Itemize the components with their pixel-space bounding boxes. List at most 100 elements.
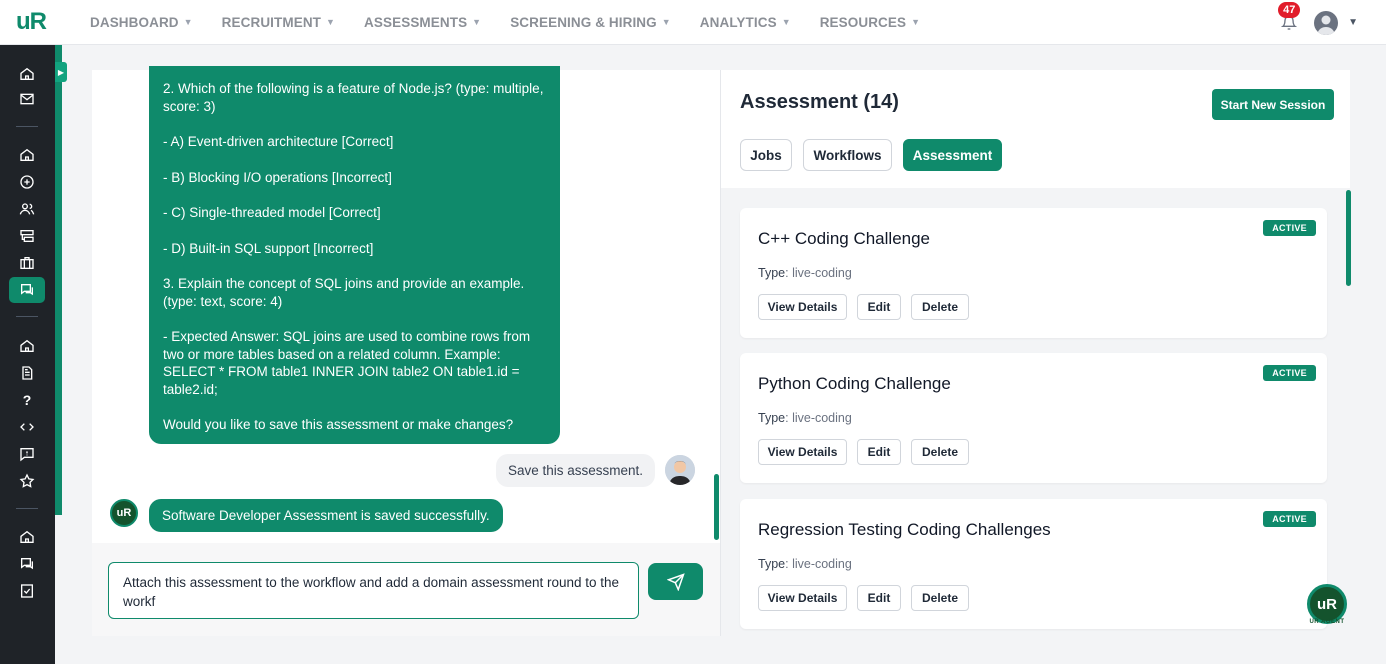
chat-composer: Attach this assessment to the workflow a… [92,543,720,636]
chevron-down-icon: ▼ [781,17,791,27]
sidebar-divider [16,126,38,127]
send-button[interactable] [648,563,703,600]
chevron-down-icon: ▼ [183,17,193,27]
message-icon[interactable] [15,442,39,466]
mail-icon[interactable] [15,87,39,111]
chevron-down-icon: ▼ [326,17,336,27]
nav-assessments[interactable]: ASSESSMENTS ▼ [364,15,481,30]
nav-resources-label: RESOURCES [819,14,907,30]
ur-agent-button[interactable]: uR [1307,584,1347,624]
page-title: Assessment (14) [740,91,899,113]
status-badge: ACTIVE [1263,220,1316,236]
home-icon[interactable] [15,143,39,167]
delete-button[interactable]: Delete [911,439,969,465]
card-type: Type: live-coding [758,557,852,571]
card-type: Type: live-coding [758,411,852,425]
message-line: - Expected Answer: SQL joins are used to… [163,329,531,397]
delete-button[interactable]: Delete [911,585,969,611]
view-details-button[interactable]: View Details [758,585,847,611]
message-line: - C) Single-threaded model [Correct] [163,205,381,220]
top-navbar: uR DASHBOARD ▼ RECRUITMENT ▼ ASSESSMENTS ▼ … [0,0,1386,45]
message-line: 3. Explain the concept of SQL joins and … [163,276,525,309]
nav-analytics-label: ANALYTICS [699,14,777,30]
user-chat-avatar [665,455,695,485]
user-message-bubble: Save this assessment. [496,454,656,487]
nav-resources[interactable]: RESOURCES ▼ [820,15,920,30]
type-value: live-coding [792,266,852,280]
user-silhouette-icon [1317,15,1336,35]
message-line: - D) Built-in SQL support [Incorrect] [163,240,374,256]
sidebar-accent-strip [55,45,62,515]
code-icon[interactable] [15,415,39,439]
home-icon[interactable] [15,525,39,549]
star-icon[interactable] [15,469,39,493]
chat-icon[interactable] [15,552,39,576]
users-icon[interactable] [15,197,39,221]
type-label: Type [758,557,786,571]
view-details-button[interactable]: View Details [758,294,847,320]
type-value: live-coding [792,557,852,571]
brand-logo[interactable]: uR [0,0,62,45]
edit-button[interactable]: Edit [857,585,901,611]
top-right-controls: 47 ▼ [1278,0,1358,45]
nav-screening-hiring-label: SCREENING & HIRING [510,14,657,30]
sidebar-divider [16,508,38,509]
nav-analytics[interactable]: ANALYTICS ▼ [700,15,791,30]
notification-bell[interactable]: 47 [1278,1,1301,34]
assessment-card: C++ Coding Challenge Type: live-coding A… [740,208,1327,338]
bot-message-bubble: 2. Which of the following is a feature o… [149,66,560,444]
nav-assessments-label: ASSESSMENTS [364,14,468,30]
nav-dashboard[interactable]: DASHBOARD ▼ [90,15,193,30]
tab-workflows[interactable]: Workflows [803,139,892,171]
question-icon[interactable]: ? [15,388,39,412]
type-label: Type [758,266,786,280]
chevron-down-icon: ▼ [661,17,671,27]
briefcase-icon[interactable] [15,251,39,275]
edit-button[interactable]: Edit [857,294,901,320]
card-type: Type: live-coding [758,266,852,280]
tab-assessment[interactable]: Assessment [903,139,1002,171]
bot-avatar: uR [110,499,138,527]
sidebar: ? [0,45,55,664]
assessment-panel: Assessment (14) Start New Session Jobs W… [721,70,1350,636]
start-new-session-button[interactable]: Start New Session [1212,89,1334,120]
chevron-down-icon: ▼ [911,17,921,27]
notification-count-badge: 47 [1278,1,1301,18]
workflow-icon[interactable] [15,224,39,248]
sidebar-toggle[interactable]: ▶ [55,62,67,82]
user-avatar[interactable] [1314,10,1339,35]
assessment-scrollbar[interactable] [1346,190,1351,286]
card-title: C++ Coding Challenge [758,229,931,248]
message-line: - A) Event-driven architecture [Correct] [163,134,394,149]
chat-input[interactable]: Attach this assessment to the workflow a… [108,562,639,619]
chevron-down-icon[interactable]: ▼ [1348,17,1358,28]
nav-screening-hiring[interactable]: SCREENING & HIRING ▼ [510,15,671,30]
checklist-icon[interactable] [15,579,39,603]
ur-agent-label: UR AGENT [1309,619,1345,625]
chat-scrollbar[interactable] [714,474,719,540]
brand-logo-text: uR [16,8,47,35]
user-photo-icon [665,455,695,485]
type-value: live-coding [792,411,852,425]
home-icon[interactable] [15,62,39,86]
nav-recruitment[interactable]: RECRUITMENT ▼ [222,15,335,30]
status-badge: ACTIVE [1263,511,1316,527]
plus-circle-icon[interactable] [15,170,39,194]
bot-reply-bubble: Software Developer Assessment is saved s… [149,499,503,532]
edit-button[interactable]: Edit [857,439,901,465]
chat-icon[interactable] [9,277,45,303]
main-nav: DASHBOARD ▼ RECRUITMENT ▼ ASSESSMENTS ▼ SCR… [90,15,949,30]
status-badge: ACTIVE [1263,365,1316,381]
tab-jobs[interactable]: Jobs [740,139,792,171]
message-line: 2. Which of the following is a feature o… [163,81,544,114]
message-line: - B) Blocking I/O operations [Incorrect] [163,169,392,185]
send-icon [666,572,685,591]
nav-dashboard-label: DASHBOARD [90,14,179,30]
type-label: Type [758,411,786,425]
view-details-button[interactable]: View Details [758,439,847,465]
message-line: Would you like to save this assessment o… [163,417,514,432]
home-icon[interactable] [15,334,39,358]
delete-button[interactable]: Delete [911,294,969,320]
assessment-card: Python Coding Challenge Type: live-codin… [740,353,1327,483]
document-icon[interactable] [15,361,39,385]
